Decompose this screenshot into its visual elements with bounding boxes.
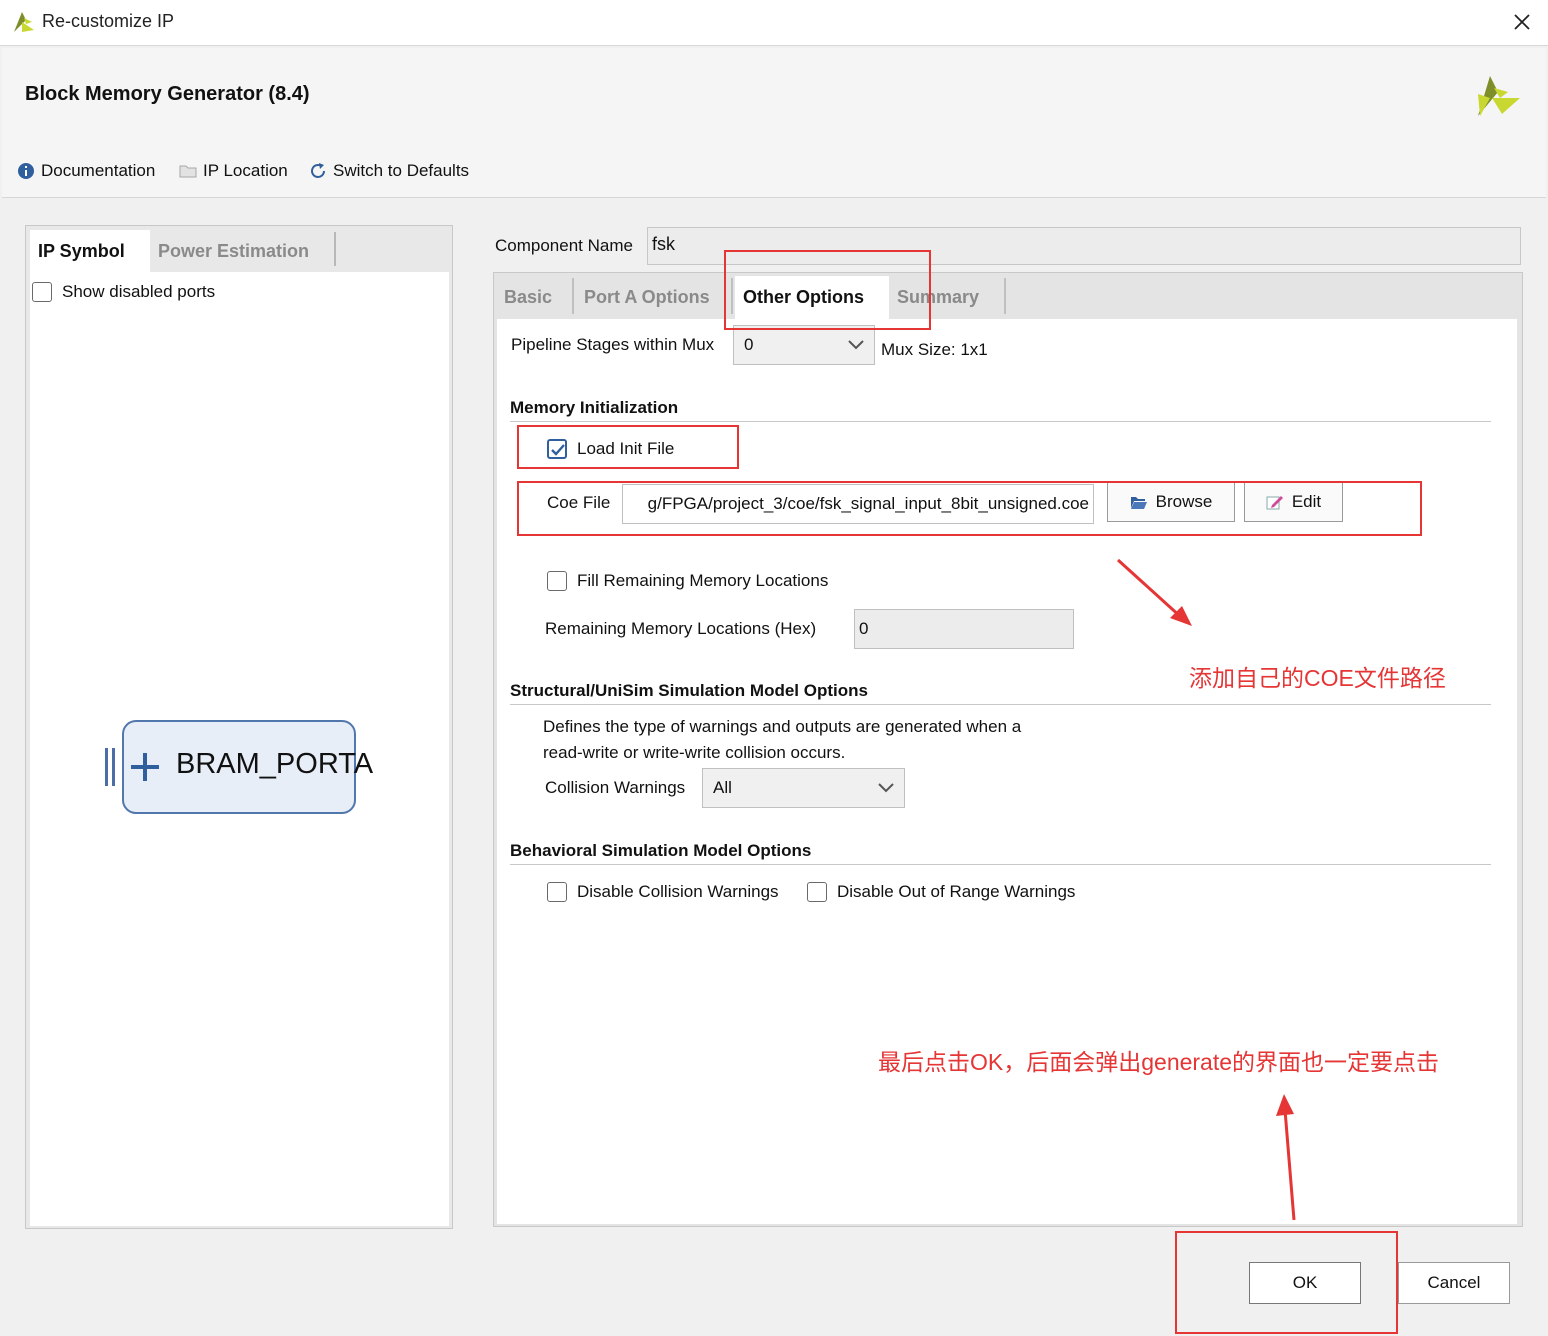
- pipeline-stages-select[interactable]: 0: [733, 325, 875, 365]
- section-divider: [510, 704, 1491, 705]
- annotation-arrow-icon: [1116, 558, 1192, 626]
- pipeline-stages-value: 0: [744, 335, 754, 354]
- port-label: BRAM_PORTA: [176, 748, 374, 780]
- documentation-link[interactable]: Documentation: [17, 160, 155, 182]
- cancel-label: Cancel: [1427, 1273, 1481, 1292]
- remaining-memory-label: Remaining Memory Locations (Hex): [545, 619, 817, 638]
- collision-warnings-label: Collision Warnings: [545, 778, 686, 797]
- ip-location-label: IP Location: [203, 161, 288, 180]
- remaining-memory-value: 0: [859, 619, 869, 638]
- disable-out-of-range-row[interactable]: Disable Out of Range Warnings: [807, 882, 1075, 902]
- tab-basic-label: Basic: [504, 287, 553, 307]
- expand-port-icon[interactable]: [130, 752, 160, 782]
- behavioral-options-title: Behavioral Simulation Model Options: [510, 841, 812, 860]
- cancel-button[interactable]: Cancel: [1398, 1262, 1510, 1304]
- show-disabled-ports-checkbox[interactable]: [32, 282, 52, 302]
- remaining-memory-input[interactable]: 0: [854, 609, 1074, 649]
- disable-collision-row[interactable]: Disable Collision Warnings: [547, 882, 779, 902]
- show-disabled-ports-row[interactable]: Show disabled ports: [32, 282, 215, 302]
- fill-remaining-row[interactable]: Fill Remaining Memory Locations: [547, 571, 828, 591]
- disable-collision-label: Disable Collision Warnings: [577, 882, 779, 901]
- title-bar: [0, 0, 1548, 46]
- port-bus-icon: [105, 748, 115, 786]
- memory-init-title: Memory Initialization: [510, 398, 679, 417]
- show-disabled-ports-label: Show disabled ports: [62, 282, 216, 301]
- disable-collision-checkbox[interactable]: [547, 882, 567, 902]
- disable-out-of-range-checkbox[interactable]: [807, 882, 827, 902]
- info-icon: [18, 163, 34, 179]
- switch-to-defaults-link[interactable]: Switch to Defaults: [309, 160, 469, 182]
- highlight-other-options-tab: [724, 250, 931, 330]
- chevron-down-icon: [848, 340, 864, 350]
- window-title: Re-customize IP: [42, 11, 175, 31]
- tab-port-a-options[interactable]: Port A Options: [576, 276, 718, 319]
- tab-divider: [334, 232, 336, 266]
- pipeline-stages-label: Pipeline Stages within Mux: [511, 335, 715, 354]
- highlight-ok-button: [1175, 1231, 1398, 1334]
- tab-power-estimation-label: Power Estimation: [158, 240, 310, 261]
- switch-to-defaults-label: Switch to Defaults: [333, 161, 470, 180]
- ok-annotation: 最后点击OK，后面会弹出generate的界面也一定要点击: [878, 1049, 1440, 1075]
- app-logo-icon: [14, 12, 34, 32]
- annotation-arrow-icon: [1276, 1094, 1296, 1221]
- tab-ip-symbol[interactable]: IP Symbol: [30, 230, 150, 272]
- mux-size-label: Mux Size: 1x1: [881, 340, 988, 359]
- tab-divider: [572, 278, 574, 314]
- tab-port-a-options-label: Port A Options: [584, 287, 710, 307]
- tab-divider: [1004, 278, 1006, 314]
- tab-ip-symbol-label: IP Symbol: [38, 240, 125, 261]
- section-divider: [510, 421, 1491, 422]
- collision-warnings-value: All: [713, 778, 732, 797]
- highlight-coe-file-row: [517, 481, 1422, 536]
- fill-remaining-checkbox[interactable]: [547, 571, 567, 591]
- coe-path-annotation: 添加自己的COE文件路径: [1189, 665, 1446, 691]
- chevron-down-icon: [878, 783, 894, 793]
- ip-location-link[interactable]: IP Location: [179, 160, 288, 182]
- fill-remaining-label: Fill Remaining Memory Locations: [577, 571, 829, 590]
- tab-power-estimation[interactable]: Power Estimation: [150, 230, 317, 272]
- component-name-label: Component Name: [495, 236, 633, 255]
- documentation-label: Documentation: [41, 161, 156, 180]
- ip-name-title: Block Memory Generator (8.4): [25, 83, 310, 105]
- tab-basic[interactable]: Basic: [496, 276, 560, 319]
- collision-warnings-select[interactable]: All: [702, 768, 905, 808]
- refresh-icon: [311, 163, 325, 178]
- structural-description-line1: Defines the type of warnings and outputs…: [543, 717, 1022, 736]
- highlight-load-init-file: [517, 425, 739, 469]
- structural-options-title: Structural/UniSim Simulation Model Optio…: [510, 681, 868, 700]
- disable-out-of-range-label: Disable Out of Range Warnings: [837, 882, 1076, 901]
- structural-description-line2: read-write or write-write collision occu…: [543, 743, 846, 762]
- section-divider: [510, 864, 1491, 865]
- close-icon: [1514, 14, 1530, 30]
- close-button[interactable]: [1500, 4, 1544, 40]
- brand-logo-icon: [1478, 76, 1520, 116]
- folder-icon: [179, 165, 197, 178]
